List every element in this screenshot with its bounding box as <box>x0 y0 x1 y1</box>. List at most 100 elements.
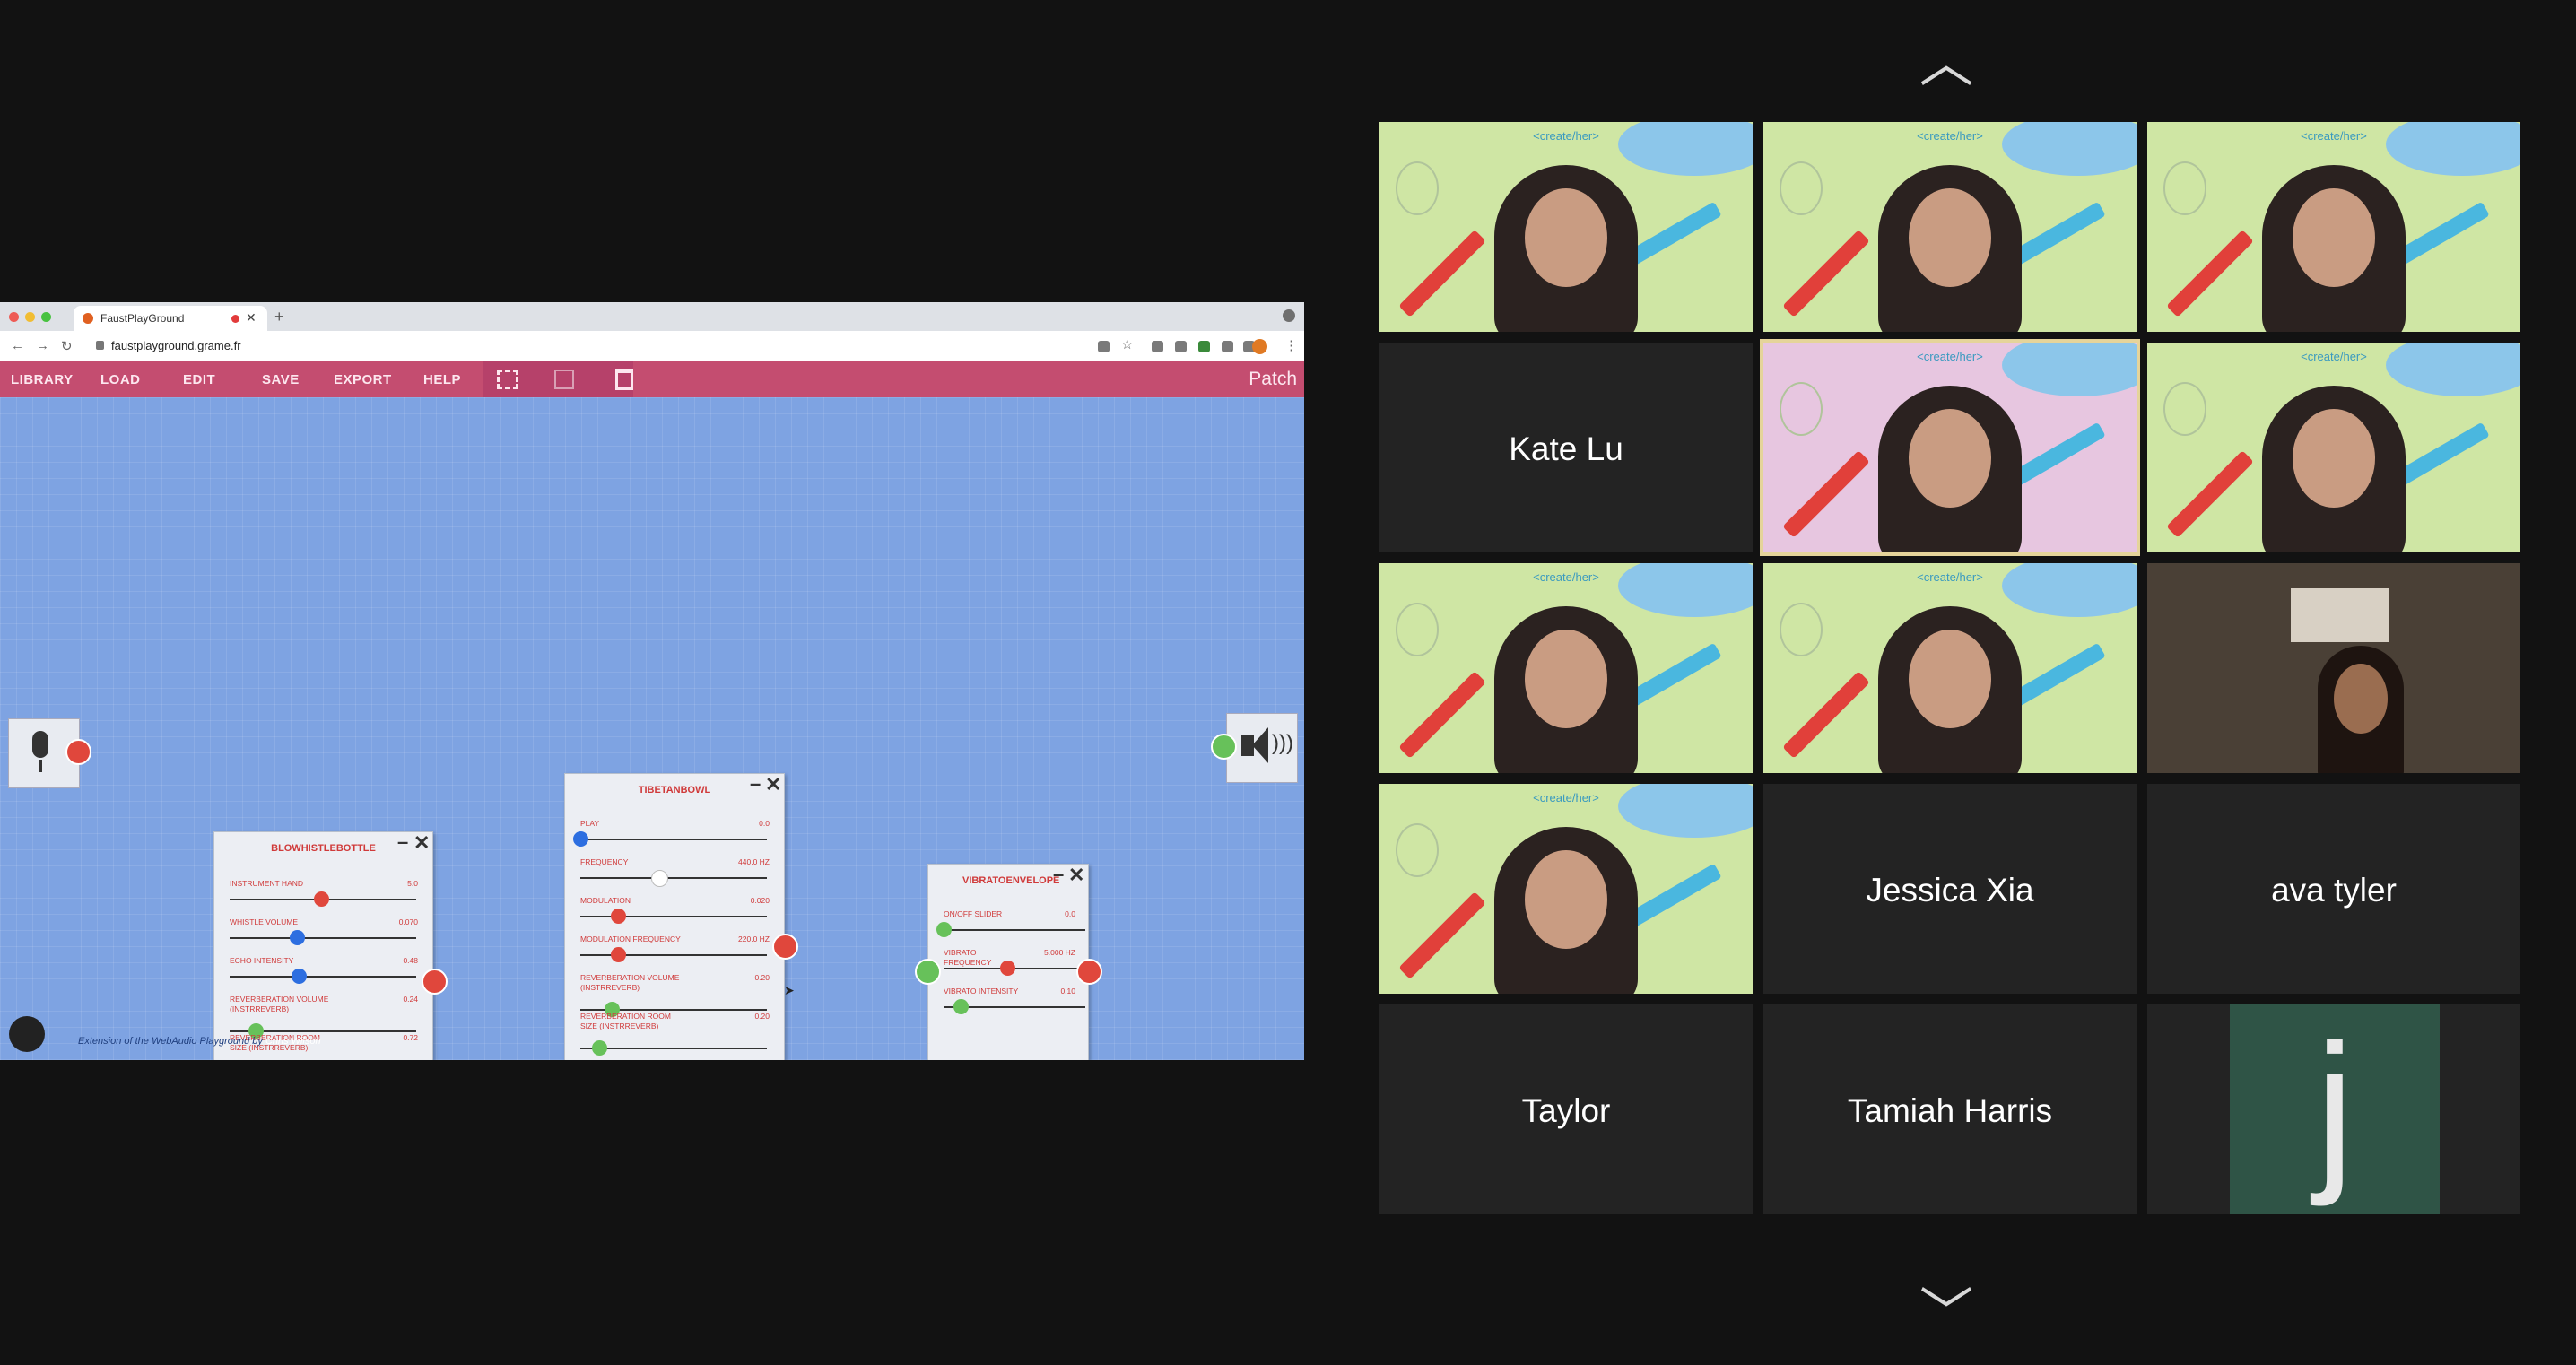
profile-avatar[interactable] <box>1252 339 1267 354</box>
input-port[interactable] <box>915 959 941 985</box>
slider-track[interactable] <box>944 929 1085 931</box>
lightbulb-doodle <box>1396 823 1439 877</box>
slider-knob[interactable] <box>313 891 329 907</box>
input-port[interactable] <box>1211 734 1237 760</box>
scroll-up-chevron-icon[interactable]: ︿ <box>1919 20 1973 98</box>
minimize-module-icon[interactable]: – <box>1053 863 1064 886</box>
speaker-cone-icon <box>1252 727 1268 763</box>
reload-icon[interactable]: ↻ <box>61 338 73 354</box>
minimize-window-icon[interactable] <box>25 312 35 322</box>
forward-icon[interactable]: → <box>36 338 49 353</box>
close-tab-icon[interactable]: ✕ <box>246 310 257 326</box>
output-port[interactable] <box>1076 959 1102 985</box>
param-label: VIBRATO INTENSITY <box>944 987 1019 995</box>
close-module-icon[interactable]: ✕ <box>413 831 430 855</box>
browser-tab[interactable]: FaustPlayGround ✕ <box>74 306 267 331</box>
bookmark-star-icon[interactable]: ☆ <box>1121 336 1133 352</box>
slider-knob[interactable] <box>591 1040 607 1056</box>
module-tibetanbowl[interactable]: TIBETANBOWL – ✕ ✎ PLAY0.0FREQUENCY440.0 … <box>564 772 785 1060</box>
module-blowhistlebottle[interactable]: BLOWHISTLEBOTTLE – ✕ ✎ INSTRUMENT HAND5.… <box>213 830 433 1060</box>
participant-tile[interactable]: <create/her> <box>1379 122 1753 332</box>
new-tab-icon[interactable]: + <box>274 308 284 326</box>
participant-tile[interactable]: j <box>2147 1004 2520 1214</box>
mode-label[interactable]: Patch <box>1249 369 1297 390</box>
menu-edit[interactable]: EDIT <box>183 372 215 387</box>
menu-export[interactable]: EXPORT <box>334 372 392 387</box>
slider-track[interactable] <box>580 839 767 840</box>
extension-icon[interactable] <box>1198 341 1210 352</box>
slider-track[interactable] <box>580 1048 767 1049</box>
output-port[interactable] <box>65 739 91 765</box>
scroll-down-chevron-icon[interactable]: ﹀ <box>1919 1270 1973 1348</box>
slider-track[interactable] <box>230 976 416 978</box>
trash-icon[interactable] <box>615 369 633 390</box>
browser-menu-icon[interactable]: ⋮ <box>1284 337 1298 353</box>
participant-tile[interactable]: <create/her> <box>1763 122 2137 332</box>
participant-tile[interactable]: Jessica Xia <box>1763 784 2137 994</box>
microphone-icon <box>32 731 48 758</box>
slider-track[interactable] <box>580 954 767 956</box>
slider-knob[interactable] <box>651 870 669 887</box>
participant-tile[interactable]: <create/her> <box>2147 122 2520 332</box>
microphone-in-use-icon[interactable] <box>1098 341 1110 352</box>
menu-save[interactable]: SAVE <box>262 372 300 387</box>
param-label: INSTRUMENT HAND <box>230 879 304 888</box>
address-bar-row: ← → ↻ faustplayground.grame.fr ☆ ⋮ <box>0 331 1304 362</box>
slider-knob[interactable] <box>573 831 588 847</box>
participant-tile[interactable]: Kate Lu <box>1379 343 1753 552</box>
slider-knob[interactable] <box>1000 961 1016 976</box>
slider-knob[interactable] <box>953 999 969 1014</box>
slider-knob[interactable] <box>610 909 626 924</box>
participant-tile[interactable]: <create/her> <box>1379 563 1753 773</box>
menu-help[interactable]: HELP <box>423 372 461 387</box>
slider-knob[interactable] <box>936 922 952 937</box>
participant-name: Tamiah Harris <box>1847 1092 2053 1129</box>
tab-search-icon[interactable] <box>1283 309 1295 322</box>
participant-tile[interactable]: Tamiah Harris <box>1763 1004 2137 1214</box>
close-module-icon[interactable]: ✕ <box>765 773 781 796</box>
participant-tile[interactable]: <create/her> <box>1760 339 2140 556</box>
check-icon[interactable] <box>554 370 574 389</box>
slider-knob[interactable] <box>291 969 307 984</box>
footer-author-link[interactable]: Chris Wilson <box>265 1036 321 1047</box>
slider-knob[interactable] <box>289 930 305 945</box>
participant-tile[interactable]: ava tyler <box>2147 784 2520 994</box>
output-port[interactable] <box>772 934 798 960</box>
module-vibratoenvelope[interactable]: VIBRATOENVELOPE – ✕ ✎ ON/OFF SLIDER0.0VI… <box>927 863 1089 1060</box>
virtual-background-brand: <create/her> <box>1533 791 1599 804</box>
extension-icon[interactable] <box>1222 341 1233 352</box>
shared-screen: FaustPlayGround ✕ + ← → ↻ faustplaygroun… <box>0 302 1304 1060</box>
close-module-icon[interactable]: ✕ <box>1068 864 1084 887</box>
menu-library[interactable]: LIBRARY <box>11 372 74 387</box>
participant-tile[interactable]: <create/her> <box>1763 563 2137 773</box>
participant-tile[interactable] <box>2147 563 2520 773</box>
brush-doodle <box>1782 671 1870 759</box>
url-field[interactable]: faustplayground.grame.fr <box>111 339 241 352</box>
extension-icon[interactable] <box>1175 341 1187 352</box>
footer-text: Extension of the WebAudio Playground by <box>78 1036 263 1047</box>
participant-tile[interactable]: <create/her> <box>2147 343 2520 552</box>
output-port[interactable] <box>422 969 448 995</box>
slider-track[interactable] <box>580 916 767 917</box>
patch-canvas[interactable]: ))) BLOWHISTLEBOTTLE – ✕ ✎ INSTRUMENT HA… <box>0 397 1304 1060</box>
participant-tile[interactable]: <create/her> <box>1379 784 1753 994</box>
maximize-window-icon[interactable] <box>41 312 51 322</box>
participant-face <box>1909 188 1991 287</box>
slider-track[interactable] <box>230 937 416 939</box>
minimize-module-icon[interactable]: – <box>750 772 761 796</box>
slider-track[interactable] <box>580 877 767 879</box>
param-value: 0.10 <box>1060 987 1075 995</box>
menu-load[interactable]: LOAD <box>100 372 141 387</box>
param-label: ECHO INTENSITY <box>230 956 294 965</box>
back-icon[interactable]: ← <box>11 338 24 353</box>
brush-doodle <box>1398 230 1486 317</box>
close-window-icon[interactable] <box>9 312 19 322</box>
mute-icon[interactable] <box>1152 341 1163 352</box>
participant-tile[interactable]: Taylor <box>1379 1004 1753 1214</box>
param-label: MODULATION FREQUENCY <box>580 935 681 943</box>
fullscreen-icon[interactable] <box>497 370 518 389</box>
minimize-module-icon[interactable]: – <box>397 830 408 854</box>
param-label: PLAY <box>580 819 600 828</box>
window <box>2291 588 2389 642</box>
slider-knob[interactable] <box>610 947 626 962</box>
